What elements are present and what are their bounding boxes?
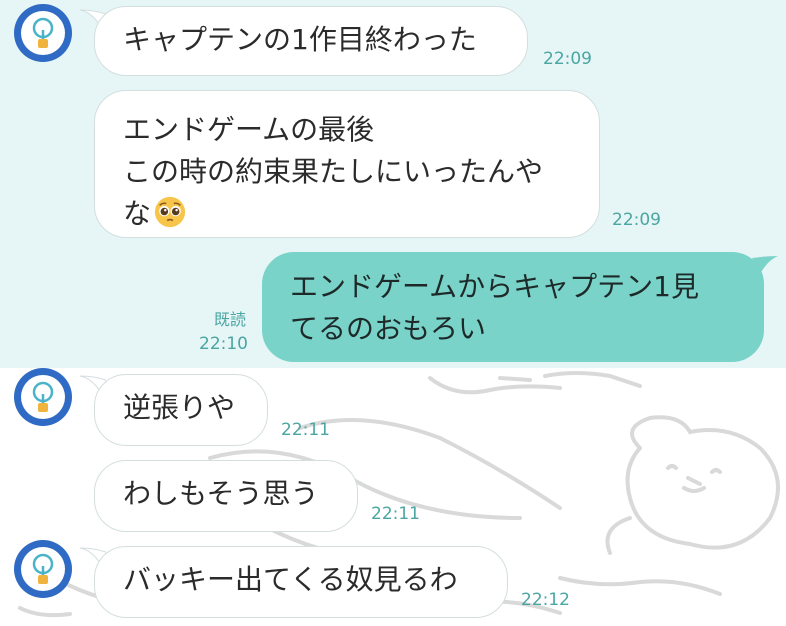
message-timestamp: 22:12 <box>521 590 570 610</box>
message-text: 逆張りや <box>123 391 236 424</box>
lightbulb-icon <box>32 17 54 48</box>
message-text: わしもそう思う <box>123 477 319 510</box>
contact-avatar[interactable] <box>14 368 72 426</box>
message-timestamp: 22:11 <box>371 504 420 524</box>
message-bubble-received[interactable]: バッキー出てくる奴見るわ <box>94 546 508 618</box>
bubble-tail <box>752 256 778 274</box>
message-text-line: な <box>123 193 571 235</box>
contact-avatar[interactable] <box>14 4 72 62</box>
message-timestamp: 22:10 <box>199 334 248 354</box>
lightbulb-icon <box>32 553 54 584</box>
read-receipt: 既読 <box>214 310 247 329</box>
message-text-line: この時の約束果たしにいったんや <box>123 155 544 188</box>
message-bubble-received[interactable]: エンドゲームの最後 この時の約束果たしにいったんや な <box>94 90 600 238</box>
message-text-line: エンドゲームからキャプテン1見 <box>290 270 699 303</box>
message-timestamp: 22:11 <box>281 420 330 440</box>
message-timestamp: 22:09 <box>543 49 592 69</box>
message-bubble-received[interactable]: 逆張りや <box>94 374 268 446</box>
message-bubble-sent[interactable]: エンドゲームからキャプテン1見 てるのおもろい <box>262 252 764 362</box>
lightbulb-icon <box>32 381 54 412</box>
pleading-face-emoji <box>154 196 186 228</box>
message-bubble-received[interactable]: わしもそう思う <box>94 460 358 532</box>
message-bubble-received[interactable]: キャプテンの1作目終わった <box>94 6 528 76</box>
message-text-line: エンドゲームの最後 <box>123 113 375 146</box>
message-text-line: てるのおもろい <box>290 312 487 345</box>
contact-avatar[interactable] <box>14 540 72 598</box>
message-text: キャプテンの1作目終わった <box>123 23 477 56</box>
message-text: バッキー出てくる奴見るわ <box>123 563 458 596</box>
message-timestamp: 22:09 <box>612 210 661 230</box>
